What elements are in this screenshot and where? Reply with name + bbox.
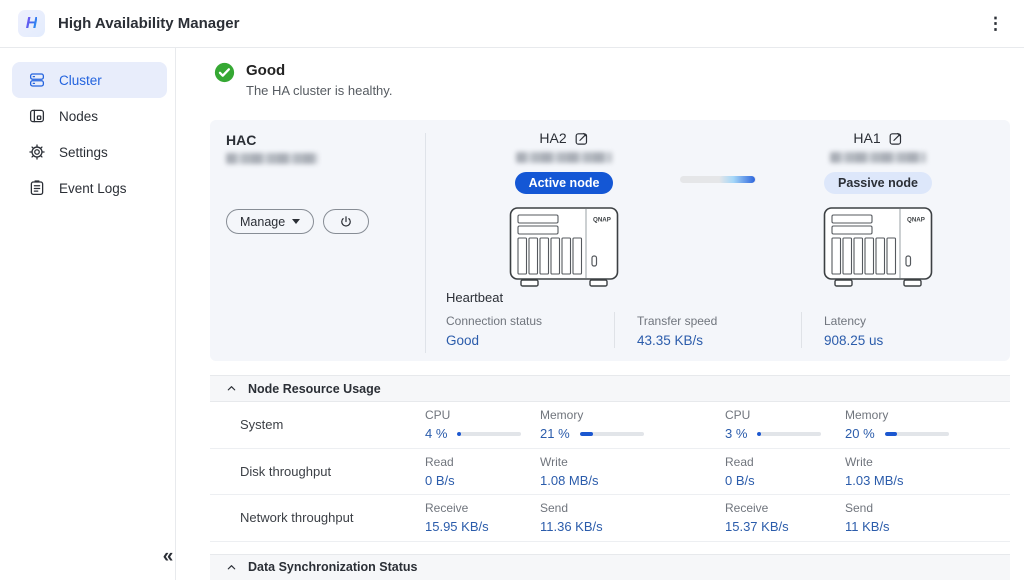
memory-cell: Memory 20 %: [845, 408, 1010, 441]
sidebar-item-cluster[interactable]: Cluster: [12, 62, 167, 98]
edit-icon[interactable]: [888, 131, 903, 146]
table-row-system: System CPU 4 % Memory 21 % CPU 3 % Memor…: [210, 402, 1010, 449]
node-ip-redacted: [516, 152, 612, 163]
chevron-up-icon: [226, 383, 237, 394]
svg-text:QNAP: QNAP: [907, 217, 925, 224]
node-name: HA1: [853, 130, 880, 146]
heartbeat-connection-status: Connection status Good: [446, 312, 614, 348]
chevron-up-icon: [226, 562, 237, 573]
sidebar-item-event-logs[interactable]: Event Logs: [12, 170, 167, 206]
memory-usage-bar: [885, 432, 949, 436]
write-cell: Write 1.08 MB/s: [540, 455, 725, 488]
node-ha1: HA1 Passive node: [798, 130, 958, 290]
main-content: Good The HA cluster is healthy. HAC Mana…: [176, 48, 1024, 580]
status-subtitle: The HA cluster is healthy.: [246, 83, 392, 98]
edit-icon[interactable]: [574, 131, 589, 146]
heartbeat-transfer-speed: Transfer speed 43.35 KB/s: [614, 312, 801, 348]
nas-device-illustration: QNAP: [508, 206, 620, 290]
data-sync-status-header[interactable]: Data Synchronization Status: [210, 554, 1010, 580]
sidebar-item-label: Settings: [59, 145, 108, 160]
read-cell: Read 0 B/s: [425, 455, 540, 488]
receive-cell: Receive 15.37 KB/s: [725, 501, 845, 534]
node-ip-redacted: [830, 152, 926, 163]
app-logo-icon: H: [18, 10, 45, 37]
svg-text:QNAP: QNAP: [593, 217, 611, 224]
receive-cell: Receive 15.95 KB/s: [425, 501, 540, 534]
manage-button[interactable]: Manage: [226, 209, 314, 234]
check-circle-icon: [214, 62, 235, 83]
node-ha2: HA2 Active node: [484, 130, 644, 290]
cluster-name: HAC: [226, 132, 425, 148]
app-title: High Availability Manager: [58, 15, 239, 32]
cpu-cell: CPU 4 %: [425, 408, 540, 441]
memory-usage-bar: [580, 432, 644, 436]
node-resource-usage-header[interactable]: Node Resource Usage: [210, 375, 1010, 402]
power-icon: [339, 215, 353, 229]
cluster-icon: [28, 71, 46, 89]
write-cell: Write 1.03 MB/s: [845, 455, 1010, 488]
sidebar-item-nodes[interactable]: Nodes: [12, 98, 167, 134]
kebab-menu-icon[interactable]: ⋮: [987, 13, 1004, 35]
cpu-cell: CPU 3 %: [725, 408, 845, 441]
sidebar-item-settings[interactable]: Settings: [12, 134, 167, 170]
cluster-card: HAC Manage HA2: [210, 120, 1010, 361]
power-button[interactable]: [323, 209, 369, 234]
sidebar-item-label: Event Logs: [59, 181, 127, 196]
passive-node-badge: Passive node: [824, 172, 932, 194]
nodes-panel: HA2 Active node: [426, 120, 1010, 361]
send-cell: Send 11.36 KB/s: [540, 501, 725, 534]
gear-icon: [28, 143, 46, 161]
cpu-usage-bar: [457, 432, 521, 436]
manage-button-label: Manage: [240, 215, 285, 229]
event-logs-icon: [28, 179, 46, 197]
table-row-disk: Disk throughput Read 0 B/s Write 1.08 MB…: [210, 449, 1010, 496]
sidebar-item-label: Cluster: [59, 73, 102, 88]
cpu-usage-bar: [757, 432, 821, 436]
cluster-health-status: Good The HA cluster is healthy.: [214, 62, 1010, 98]
table-row-network: Network throughput Receive 15.95 KB/s Se…: [210, 495, 1010, 542]
heartbeat-section: Heartbeat Connection status Good Transfe…: [426, 290, 1010, 361]
sidebar-item-label: Nodes: [59, 109, 98, 124]
section-title: Data Synchronization Status: [248, 560, 417, 574]
resource-table: System CPU 4 % Memory 21 % CPU 3 % Memor…: [210, 402, 1010, 542]
node-name: HA2: [539, 130, 566, 146]
memory-cell: Memory 21 %: [540, 408, 725, 441]
dropdown-caret-icon: [292, 219, 300, 224]
cluster-info-panel: HAC Manage: [210, 120, 425, 361]
sync-transfer-bar: [680, 176, 756, 183]
cluster-ip-redacted: [226, 153, 318, 164]
active-node-badge: Active node: [515, 172, 614, 194]
sidebar: Cluster Nodes Settings Event Logs «: [0, 48, 176, 580]
status-title: Good: [246, 62, 392, 79]
nodes-icon: [28, 107, 46, 125]
read-cell: Read 0 B/s: [725, 455, 845, 488]
section-title: Node Resource Usage: [248, 382, 381, 396]
sync-transfer-progress: [719, 176, 755, 183]
send-cell: Send 11 KB/s: [845, 501, 1010, 534]
heartbeat-title: Heartbeat: [446, 290, 1010, 305]
nas-device-illustration: QNAP: [822, 206, 934, 290]
top-bar: H High Availability Manager ⋮: [0, 0, 1024, 48]
heartbeat-latency: Latency 908.25 us: [801, 312, 1010, 348]
